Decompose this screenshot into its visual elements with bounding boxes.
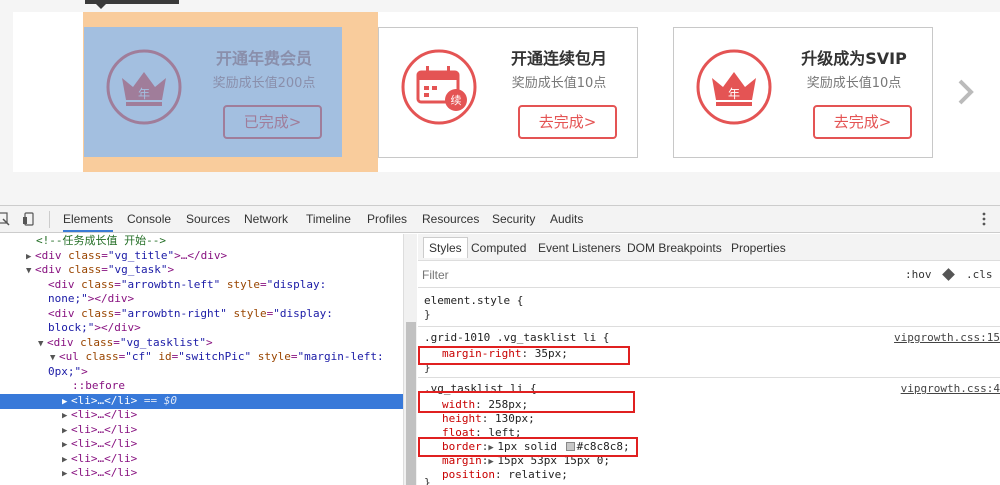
tree-line[interactable]: ▶ <li>…</li> [0, 408, 403, 423]
task-card-monthly: 续 开通连续包月 奖励成长值10点 去完成> [378, 27, 638, 158]
collapse-triangle-icon: ▼ [38, 338, 44, 349]
tab-dom-breakpoints[interactable]: DOM Breakpoints [627, 241, 722, 255]
page-viewport: 年 开通年费会员 奖励成长值200点 已完成> 续 开通连续包月 奖励成长值10… [0, 0, 1000, 205]
more-vertical-icon[interactable] [982, 212, 986, 226]
devtools-panel: Elements Console Sources Network Timelin… [0, 205, 1000, 485]
class-toggle[interactable]: .cls [966, 268, 993, 281]
tree-line[interactable]: ▼ <div class="vg_tasklist"> [0, 336, 403, 351]
tree-line[interactable]: <div class="arrowbtn-left" style="displa… [0, 278, 403, 293]
task-title: 开通连续包月 [510, 49, 607, 68]
svg-text:年: 年 [728, 87, 740, 101]
tab-audits[interactable]: Audits [550, 212, 583, 226]
task-reward: 奖励成长值10点 [511, 76, 607, 91]
css-declaration[interactable]: height: 130px; [442, 412, 535, 426]
task-reward: 奖励成长值200点 [212, 76, 316, 91]
annotation-box [418, 346, 630, 365]
tree-line[interactable]: ▶ <li>…</li> [0, 437, 403, 452]
device-mode-icon[interactable] [22, 212, 36, 226]
task-card-svip: 年 升级成为SVIP 奖励成长值10点 去完成> [673, 27, 933, 158]
styles-filter-row: :hov .cls [418, 262, 1000, 288]
tab-console[interactable]: Console [127, 212, 171, 226]
task-reward: 奖励成长值10点 [806, 76, 902, 91]
devtools-tabbar: Elements Console Sources Network Timelin… [0, 206, 1000, 233]
crown-icon: 年 [105, 48, 183, 126]
rule-divider [418, 326, 1000, 327]
styles-pane: Styles Computed Event Listeners DOM Brea… [418, 234, 1000, 485]
expand-triangle-icon: ▶ [62, 440, 68, 450]
collapse-triangle-icon: ▼ [26, 266, 32, 276]
tree-line[interactable]: 0px;"> [0, 365, 403, 380]
tab-elements[interactable]: Elements [63, 212, 114, 232]
chevron-right-icon[interactable] [954, 78, 978, 106]
tree-line[interactable]: ▼ <div class="vg_task"> [0, 263, 403, 278]
tree-line[interactable]: <div class="arrowbtn-right" style="displ… [0, 307, 403, 322]
source-link[interactable]: vipgrowth.css:15 [894, 331, 1000, 345]
tree-line[interactable]: ▶ <li>…</li> [0, 423, 403, 438]
tab-timeline[interactable]: Timeline [306, 212, 351, 226]
rule-divider [418, 377, 1000, 378]
elements-scrollbar[interactable] [403, 234, 417, 485]
styles-tabbar: Styles Computed Event Listeners DOM Brea… [418, 234, 1000, 261]
tab-event-listeners[interactable]: Event Listeners [538, 241, 621, 255]
tab-properties[interactable]: Properties [731, 241, 786, 255]
tree-line[interactable]: ▶ <li>…</li> [0, 466, 403, 481]
tree-line[interactable]: ▶ <div class="vg_title">…</div> [0, 249, 403, 264]
expand-triangle-icon: ▶ [62, 425, 68, 436]
task-go-button[interactable]: 去完成> [813, 105, 912, 139]
elements-tree: <!--任务成长值 开始--> ▶ <div class="vg_title">…… [0, 234, 403, 485]
tab-profiles[interactable]: Profiles [367, 212, 407, 226]
toolbar-divider [49, 211, 50, 228]
expand-triangle-icon: ▶ [62, 454, 68, 465]
task-title: 开通年费会员 [215, 49, 312, 68]
task-title: 升级成为SVIP [801, 49, 907, 68]
diamond-icon[interactable] [942, 268, 955, 281]
source-link[interactable]: vipgrowth.css:4 [901, 382, 1000, 396]
annotation-box [418, 437, 638, 457]
tab-sources[interactable]: Sources [186, 212, 230, 226]
expand-triangle-icon: ▶ [62, 469, 68, 479]
svg-text:续: 续 [451, 93, 462, 107]
tab-security[interactable]: Security [492, 212, 535, 226]
task-go-button[interactable]: 去完成> [518, 105, 617, 139]
tree-line[interactable]: ::before [0, 379, 403, 394]
tree-line-selected[interactable]: ▶ <li>…</li> == $0 [0, 393, 403, 409]
task-done-button[interactable]: 已完成> [223, 105, 322, 139]
task-card-annual: 年 开通年费会员 奖励成长值200点 已完成> [83, 27, 343, 158]
scrollbar-thumb[interactable] [406, 322, 416, 485]
expand-triangle-icon: ▶ [26, 251, 32, 262]
tab-resources[interactable]: Resources [422, 212, 479, 226]
expand-triangle-icon: ▶ [62, 411, 68, 421]
tab-network[interactable]: Network [244, 212, 288, 226]
tree-line[interactable]: none;"></div> [0, 292, 403, 307]
calendar-icon: 续 [400, 48, 478, 126]
tree-line[interactable]: ▶ <li>…</li> [0, 452, 403, 467]
crown-icon: 年 [695, 48, 773, 126]
tree-line[interactable]: block;"></div> [0, 321, 403, 336]
expand-triangle-icon: ▶ [62, 396, 68, 407]
tooltip-arrow [95, 3, 107, 9]
tree-line[interactable]: ▼ <ul class="cf" id="switchPic" style="ma… [0, 350, 403, 365]
collapse-triangle-icon: ▼ [50, 353, 56, 363]
rule-element-style: element.style { } [424, 294, 524, 321]
annotation-box [418, 391, 635, 413]
styles-filter-input[interactable] [422, 266, 622, 284]
tab-styles[interactable]: Styles [423, 237, 468, 258]
hover-state-toggle[interactable]: :hov [905, 268, 932, 281]
inspect-icon[interactable] [0, 212, 10, 226]
svg-text:年: 年 [138, 87, 150, 101]
tree-line[interactable]: <!--任务成长值 开始--> [0, 234, 403, 249]
rule-close: } [424, 476, 431, 485]
tab-computed[interactable]: Computed [471, 241, 526, 255]
